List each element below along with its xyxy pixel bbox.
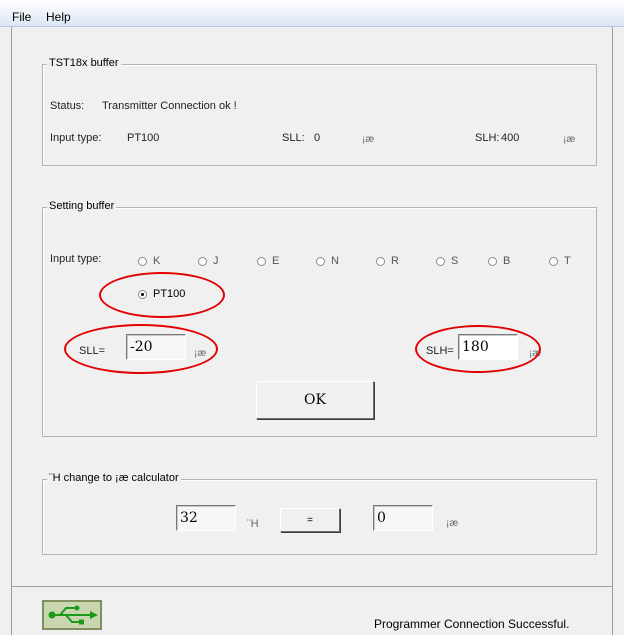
input-type-value: PT100	[127, 132, 160, 144]
radio-b[interactable]: B	[488, 255, 510, 267]
menu-file[interactable]: File	[12, 10, 31, 24]
sll-unit: ¡æ	[362, 134, 375, 145]
radio-k[interactable]: K	[138, 255, 160, 267]
setting-sll-unit: ¡æ	[194, 348, 207, 359]
sll-input[interactable]	[126, 334, 186, 360]
fahrenheit-unit: ¨H	[247, 518, 259, 530]
radio-dot	[257, 256, 266, 266]
setting-slh-unit: ¡æ	[529, 348, 542, 359]
setting-buffer-title: Setting buffer	[47, 200, 117, 212]
setting-slh-label: SLH=	[426, 345, 454, 357]
radio-dot	[549, 256, 558, 266]
calculator-title: ¨H change to ¡æ calculator	[47, 472, 181, 484]
menu-help[interactable]: Help	[46, 10, 71, 24]
slh-unit: ¡æ	[563, 134, 576, 145]
status-separator	[12, 586, 612, 587]
usb-icon	[48, 605, 98, 625]
slh-value: 400	[501, 132, 520, 144]
setting-sll-label: SLL=	[79, 345, 105, 357]
radio-dot	[436, 256, 445, 266]
slh-input[interactable]	[458, 334, 518, 360]
tst-buffer-title: TST18x buffer	[47, 57, 121, 69]
ok-button[interactable]: OK	[256, 381, 374, 419]
radio-e[interactable]: E	[257, 255, 279, 267]
sll-label: SLL:	[282, 132, 305, 144]
menu-bar: File Help	[0, 0, 624, 27]
status-message: Programmer Connection Successful.	[374, 617, 570, 631]
sll-value: 0	[314, 132, 321, 144]
slh-label: SLH:	[475, 132, 500, 144]
radio-n[interactable]: N	[316, 255, 339, 267]
radio-dot	[316, 256, 325, 266]
ok-button-label: OK	[304, 392, 326, 408]
radio-dot	[138, 289, 147, 299]
radio-dot	[488, 256, 497, 266]
fahrenheit-input[interactable]	[176, 505, 236, 531]
celsius-unit: ¡æ	[446, 518, 459, 529]
setting-input-type-label: Input type:	[50, 253, 102, 265]
usb-indicator	[42, 600, 102, 630]
radio-pt100[interactable]: PT100	[138, 288, 185, 300]
status-value: Transmitter Connection ok !	[102, 100, 237, 112]
radio-j[interactable]: J	[198, 255, 219, 267]
window-frame-right	[612, 27, 613, 635]
radio-dot	[198, 256, 207, 266]
radio-s[interactable]: S	[436, 255, 458, 267]
celsius-input[interactable]	[373, 505, 433, 531]
input-type-label: Input type:	[50, 132, 102, 144]
tst-buffer-group: TST18x buffer	[42, 57, 597, 166]
radio-r[interactable]: R	[376, 255, 399, 267]
window-frame-left	[11, 27, 12, 635]
convert-button-label: =	[307, 514, 313, 526]
status-label: Status:	[50, 100, 85, 112]
radio-dot	[376, 256, 385, 266]
radio-dot	[138, 256, 147, 266]
convert-button[interactable]: =	[280, 508, 340, 532]
radio-t[interactable]: T	[549, 255, 571, 267]
